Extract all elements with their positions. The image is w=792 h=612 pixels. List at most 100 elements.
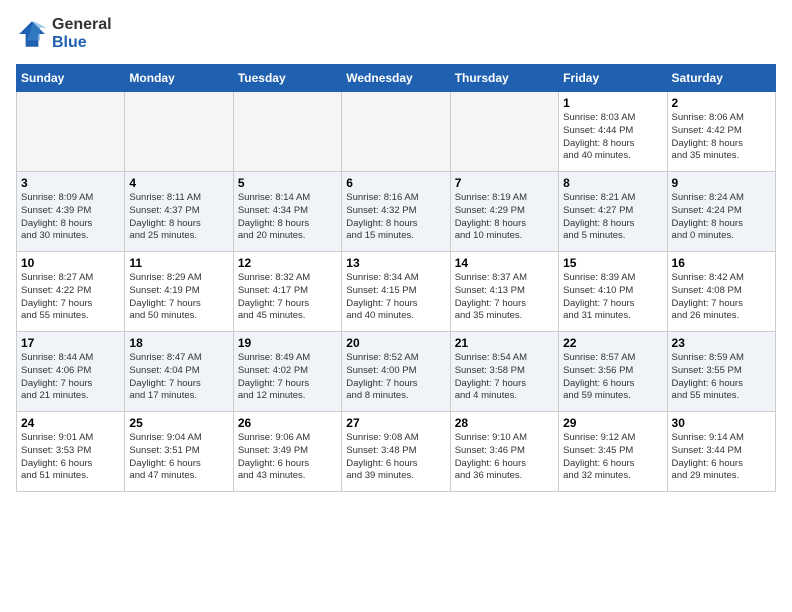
- day-number: 19: [238, 336, 337, 350]
- day-info: Sunrise: 8:03 AM Sunset: 4:44 PM Dayligh…: [563, 112, 662, 163]
- day-info: Sunrise: 8:44 AM Sunset: 4:06 PM Dayligh…: [21, 352, 120, 403]
- day-info: Sunrise: 8:19 AM Sunset: 4:29 PM Dayligh…: [455, 192, 554, 243]
- day-info: Sunrise: 8:54 AM Sunset: 3:58 PM Dayligh…: [455, 352, 554, 403]
- calendar-cell: 11 Sunrise: 8:29 AM Sunset: 4:19 PM Dayli…: [125, 252, 233, 332]
- day-info: Sunrise: 9:06 AM Sunset: 3:49 PM Dayligh…: [238, 432, 337, 483]
- calendar-cell: 19Sunrise: 8:49 AM Sunset: 4:02 PM Dayli…: [233, 332, 341, 412]
- day-number: 14: [455, 256, 554, 270]
- weekday-header-sunday: Sunday: [17, 65, 125, 92]
- day-info: Sunrise: 8:37 AM Sunset: 4:13 PM Dayligh…: [455, 272, 554, 323]
- day-number: 30: [672, 416, 771, 430]
- calendar-cell: 23Sunrise: 8:59 AM Sunset: 3:55 PM Dayli…: [667, 332, 775, 412]
- day-number: 3: [21, 176, 120, 190]
- calendar-cell: [342, 92, 450, 172]
- day-info: Sunrise: 8:11 AM Sunset: 4:37 PM Dayligh…: [129, 192, 228, 243]
- day-info: Sunrise: 8:34 AM Sunset: 4:15 PM Dayligh…: [346, 272, 445, 323]
- day-number: 9: [672, 176, 771, 190]
- day-number: 2: [672, 96, 771, 110]
- day-number: 12: [238, 256, 337, 270]
- day-number: 18: [129, 336, 228, 350]
- calendar-cell: 15Sunrise: 8:39 AM Sunset: 4:10 PM Dayli…: [559, 252, 667, 332]
- day-info: Sunrise: 9:14 AM Sunset: 3:44 PM Dayligh…: [672, 432, 771, 483]
- day-info: Sunrise: 9:10 AM Sunset: 3:46 PM Dayligh…: [455, 432, 554, 483]
- day-info: Sunrise: 9:01 AM Sunset: 3:53 PM Dayligh…: [21, 432, 120, 483]
- calendar-cell: 26 Sunrise: 9:06 AM Sunset: 3:49 PM Dayli…: [233, 412, 341, 492]
- calendar-cell: 5Sunrise: 8:14 AM Sunset: 4:34 PM Daylig…: [233, 172, 341, 252]
- calendar-week-5: 24 Sunrise: 9:01 AM Sunset: 3:53 PM Dayli…: [17, 412, 776, 492]
- day-info: Sunrise: 9:12 AM Sunset: 3:45 PM Dayligh…: [563, 432, 662, 483]
- calendar-cell: 27Sunrise: 9:08 AM Sunset: 3:48 PM Dayli…: [342, 412, 450, 492]
- page-header: General Blue: [16, 16, 776, 52]
- calendar-cell: 12 Sunrise: 8:32 AM Sunset: 4:17 PM Dayli…: [233, 252, 341, 332]
- logo-text: General Blue: [52, 16, 112, 52]
- calendar-cell: 20 Sunrise: 8:52 AM Sunset: 4:00 PM Dayli…: [342, 332, 450, 412]
- day-number: 25: [129, 416, 228, 430]
- weekday-header-friday: Friday: [559, 65, 667, 92]
- calendar-cell: [125, 92, 233, 172]
- day-number: 7: [455, 176, 554, 190]
- day-number: 4: [129, 176, 228, 190]
- weekday-header-wednesday: Wednesday: [342, 65, 450, 92]
- calendar-cell: 4 Sunrise: 8:11 AM Sunset: 4:37 PM Daylig…: [125, 172, 233, 252]
- day-number: 10: [21, 256, 120, 270]
- day-number: 26: [238, 416, 337, 430]
- day-number: 21: [455, 336, 554, 350]
- day-number: 24: [21, 416, 120, 430]
- logo-icon: [16, 18, 48, 50]
- calendar-cell: 2 Sunrise: 8:06 AM Sunset: 4:42 PM Daylig…: [667, 92, 775, 172]
- calendar-cell: 29 Sunrise: 9:12 AM Sunset: 3:45 PM Dayli…: [559, 412, 667, 492]
- day-info: Sunrise: 8:27 AM Sunset: 4:22 PM Dayligh…: [21, 272, 120, 323]
- weekday-header-row: SundayMondayTuesdayWednesdayThursdayFrid…: [17, 65, 776, 92]
- calendar-week-4: 17Sunrise: 8:44 AM Sunset: 4:06 PM Dayli…: [17, 332, 776, 412]
- day-number: 15: [563, 256, 662, 270]
- day-number: 1: [563, 96, 662, 110]
- calendar-cell: [233, 92, 341, 172]
- weekday-header-monday: Monday: [125, 65, 233, 92]
- calendar-cell: 17Sunrise: 8:44 AM Sunset: 4:06 PM Dayli…: [17, 332, 125, 412]
- day-number: 13: [346, 256, 445, 270]
- calendar-cell: 13 Sunrise: 8:34 AM Sunset: 4:15 PM Dayli…: [342, 252, 450, 332]
- day-number: 11: [129, 256, 228, 270]
- calendar-cell: 10 Sunrise: 8:27 AM Sunset: 4:22 PM Dayli…: [17, 252, 125, 332]
- day-number: 22: [563, 336, 662, 350]
- calendar-cell: 3 Sunrise: 8:09 AM Sunset: 4:39 PM Daylig…: [17, 172, 125, 252]
- day-info: Sunrise: 8:42 AM Sunset: 4:08 PM Dayligh…: [672, 272, 771, 323]
- calendar-cell: 24 Sunrise: 9:01 AM Sunset: 3:53 PM Dayli…: [17, 412, 125, 492]
- day-info: Sunrise: 8:21 AM Sunset: 4:27 PM Dayligh…: [563, 192, 662, 243]
- calendar-cell: 18 Sunrise: 8:47 AM Sunset: 4:04 PM Dayli…: [125, 332, 233, 412]
- calendar-cell: 6 Sunrise: 8:16 AM Sunset: 4:32 PM Daylig…: [342, 172, 450, 252]
- day-info: Sunrise: 8:57 AM Sunset: 3:56 PM Dayligh…: [563, 352, 662, 403]
- calendar-cell: 9 Sunrise: 8:24 AM Sunset: 4:24 PM Daylig…: [667, 172, 775, 252]
- weekday-header-saturday: Saturday: [667, 65, 775, 92]
- day-info: Sunrise: 8:32 AM Sunset: 4:17 PM Dayligh…: [238, 272, 337, 323]
- day-number: 6: [346, 176, 445, 190]
- calendar-cell: 30 Sunrise: 9:14 AM Sunset: 3:44 PM Dayli…: [667, 412, 775, 492]
- day-number: 29: [563, 416, 662, 430]
- day-number: 28: [455, 416, 554, 430]
- calendar-week-1: 1 Sunrise: 8:03 AM Sunset: 4:44 PM Daylig…: [17, 92, 776, 172]
- day-info: Sunrise: 8:24 AM Sunset: 4:24 PM Dayligh…: [672, 192, 771, 243]
- day-number: 23: [672, 336, 771, 350]
- calendar-cell: 28 Sunrise: 9:10 AM Sunset: 3:46 PM Dayli…: [450, 412, 558, 492]
- calendar-cell: 25 Sunrise: 9:04 AM Sunset: 3:51 PM Dayli…: [125, 412, 233, 492]
- weekday-header-tuesday: Tuesday: [233, 65, 341, 92]
- day-info: Sunrise: 8:09 AM Sunset: 4:39 PM Dayligh…: [21, 192, 120, 243]
- calendar-cell: 7 Sunrise: 8:19 AM Sunset: 4:29 PM Daylig…: [450, 172, 558, 252]
- calendar-cell: [450, 92, 558, 172]
- day-info: Sunrise: 8:52 AM Sunset: 4:00 PM Dayligh…: [346, 352, 445, 403]
- calendar-cell: [17, 92, 125, 172]
- day-number: 16: [672, 256, 771, 270]
- day-info: Sunrise: 9:04 AM Sunset: 3:51 PM Dayligh…: [129, 432, 228, 483]
- day-info: Sunrise: 8:47 AM Sunset: 4:04 PM Dayligh…: [129, 352, 228, 403]
- calendar-cell: 14 Sunrise: 8:37 AM Sunset: 4:13 PM Dayli…: [450, 252, 558, 332]
- day-info: Sunrise: 8:29 AM Sunset: 4:19 PM Dayligh…: [129, 272, 228, 323]
- calendar-cell: 16 Sunrise: 8:42 AM Sunset: 4:08 PM Dayli…: [667, 252, 775, 332]
- weekday-header-thursday: Thursday: [450, 65, 558, 92]
- day-number: 5: [238, 176, 337, 190]
- calendar-week-3: 10 Sunrise: 8:27 AM Sunset: 4:22 PM Dayli…: [17, 252, 776, 332]
- day-info: Sunrise: 8:06 AM Sunset: 4:42 PM Dayligh…: [672, 112, 771, 163]
- calendar-cell: 1 Sunrise: 8:03 AM Sunset: 4:44 PM Daylig…: [559, 92, 667, 172]
- day-number: 20: [346, 336, 445, 350]
- day-number: 8: [563, 176, 662, 190]
- day-info: Sunrise: 8:16 AM Sunset: 4:32 PM Dayligh…: [346, 192, 445, 243]
